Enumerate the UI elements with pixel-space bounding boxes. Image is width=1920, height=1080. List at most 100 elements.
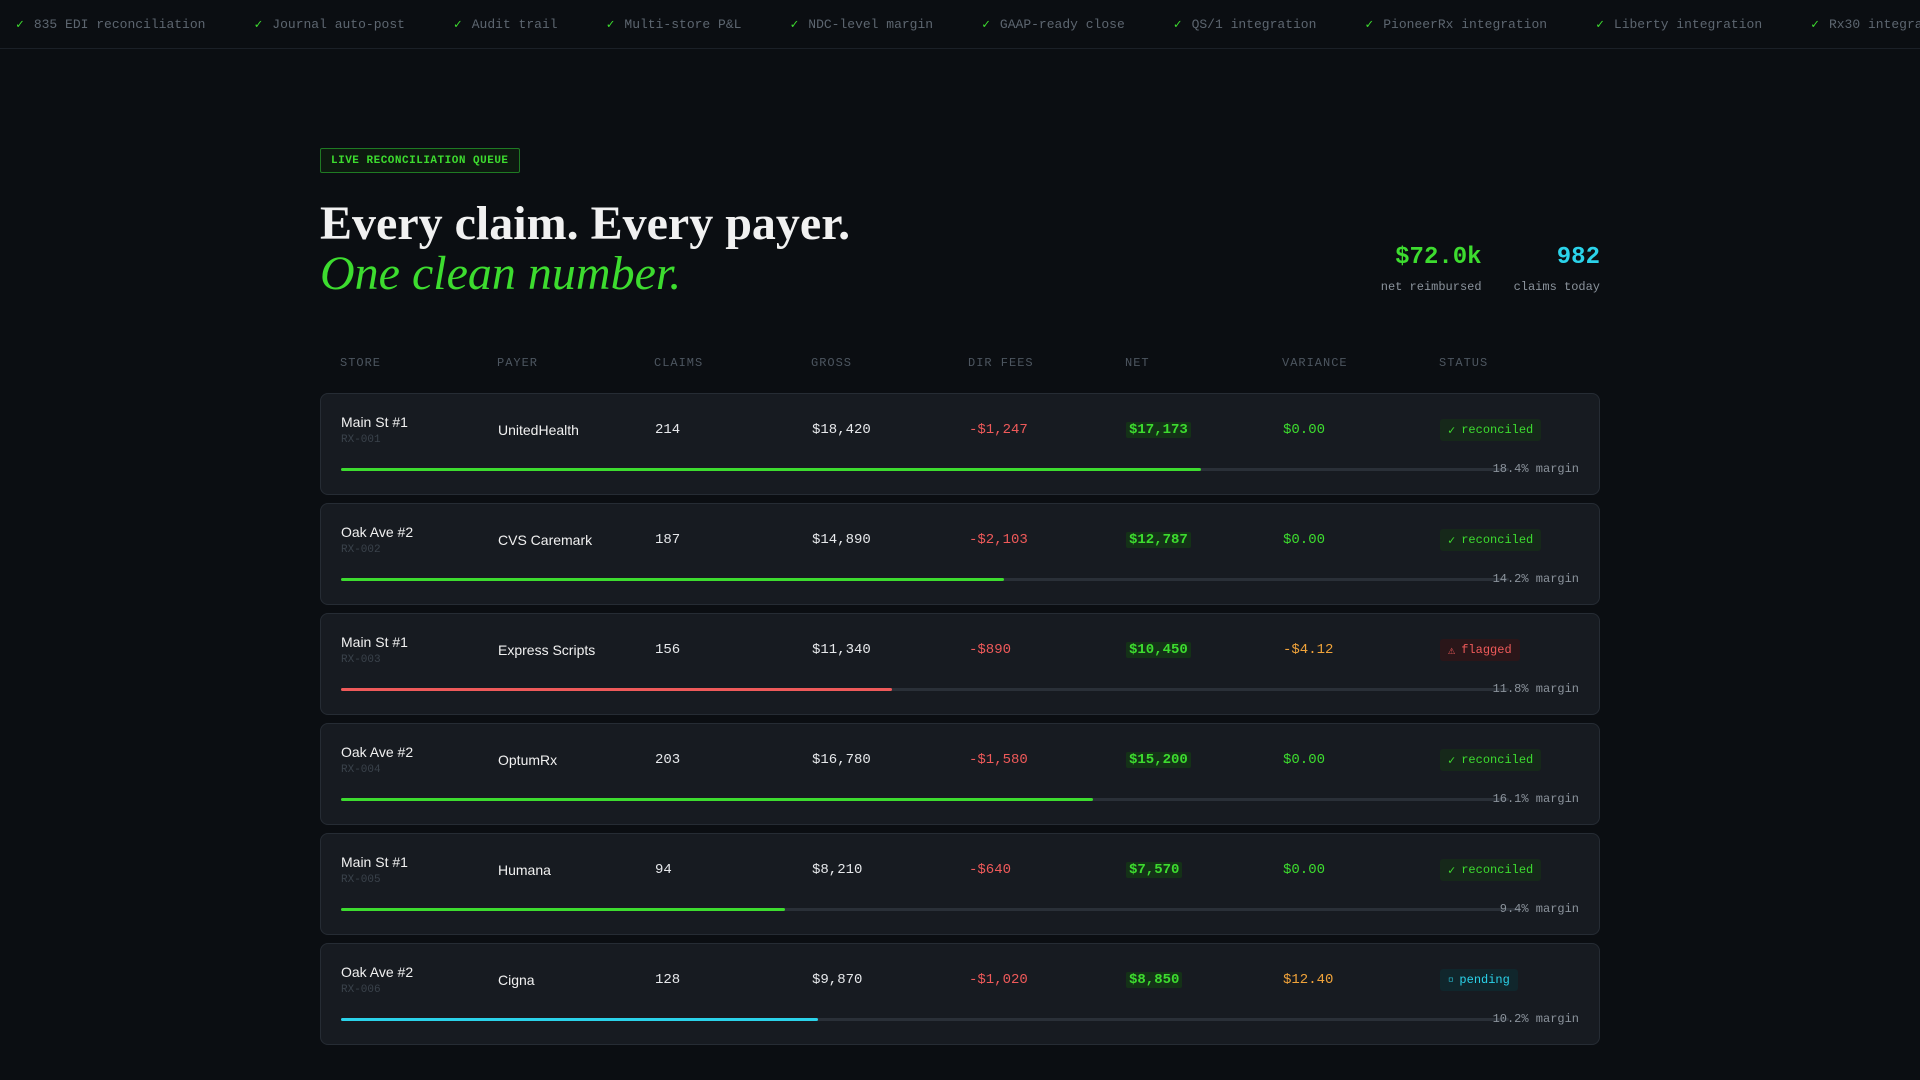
net-amount: $12,787 [1126,532,1191,548]
check-icon: ✓ [1173,16,1182,32]
margin-bar [341,908,1521,911]
dir-fees-amount: -$890 [969,642,1012,658]
payer-name: UnitedHealth [498,422,579,438]
ticker-label: NDC-level margin [808,16,934,32]
gross-amount: $16,780 [812,752,871,768]
gross-amount: $8,210 [812,862,863,878]
summary-stats: $72.0k net reimbursed 982 claims today [1381,243,1600,294]
check-icon: ✓ [1448,863,1456,878]
dir-fees-amount: -$1,247 [969,422,1028,438]
store-cell: Oak Ave #2 RX-004 [341,743,413,779]
store-cell: Main St #1 RX-003 [341,633,408,669]
check-icon: ✓ [982,16,990,32]
status-badge[interactable]: ⚠ flagged [1440,639,1520,661]
ticker-item: ✓ Journal auto-post [254,17,404,32]
ticker-item: ✓ GAAP-ready close [982,17,1125,32]
ticker-item: ✓ Audit trail [454,17,558,32]
check-icon: ✓ [1448,753,1456,768]
ticker-label: PioneerRx integration [1383,16,1548,32]
store-cell: Main St #1 RX-001 [341,413,408,449]
margin-label: 10.2% margin [1492,1012,1579,1026]
margin-label: 14.2% margin [1492,572,1579,586]
net-amount: $17,173 [1126,422,1191,438]
column-header-dir-fees[interactable]: DIR FEES [968,356,1034,370]
ticker-label: Liberty integration [1613,16,1763,32]
margin-label: 16.1% margin [1492,792,1579,806]
ticker-label: 835 EDI reconciliation [33,16,206,32]
table-row[interactable]: Oak Ave #2 RX-006 Cigna 128 $9,870 -$1,020 $8,… [320,943,1600,1045]
status-label: reconciled [1461,753,1534,767]
store-cell: Oak Ave #2 RX-006 [341,963,413,999]
feature-ticker: ✓ 835 EDI reconciliation ✓ Journal auto-pos… [0,0,1920,49]
store-cell: Main St #1 RX-005 [341,853,408,889]
net-amount: $7,570 [1126,862,1183,878]
table-row[interactable]: Oak Ave #2 RX-002 CVS Caremark 187 $14,890 -$… [320,503,1600,605]
store-name: Main St #1 [341,634,408,650]
ticker-label: Audit trail [471,16,558,32]
warning-icon: ⚠ [1448,643,1456,658]
column-header-store[interactable]: STORE [340,356,381,370]
ticker-item: ✓ Rx30 integration [1811,17,1920,32]
table-row[interactable]: Main St #1 RX-003 Express Scripts 156 $11,34… [320,613,1600,715]
dir-fees-amount: -$1,020 [969,972,1028,988]
claims-count: 94 [655,862,672,878]
claim-id: RX-002 [341,544,381,556]
variance-amount: $0.00 [1283,532,1326,548]
claims-count: 187 [655,532,681,548]
margin-bar-fill [341,688,893,691]
check-icon: ✓ [1811,16,1819,32]
margin-label: 11.8% margin [1492,682,1579,696]
ticker-label: QS/1 integration [1191,16,1317,32]
payer-name: OptumRx [498,752,558,768]
gross-amount: $11,340 [812,642,871,658]
margin-label: 9.4% margin [1499,902,1579,916]
column-header-gross[interactable]: GROSS [811,356,852,370]
claim-id: RX-001 [341,434,381,446]
status-label: reconciled [1461,423,1534,437]
variance-amount: -$4.12 [1283,642,1334,658]
store-name: Oak Ave #2 [341,964,414,980]
margin-bar [341,1018,1509,1021]
margin-label: 18.4% margin [1492,462,1579,476]
column-header-variance[interactable]: VARIANCE [1282,356,1348,370]
status-badge[interactable]: ✓ reconciled [1440,859,1542,881]
column-header-payer[interactable]: PAYER [497,356,538,370]
margin-bar [341,468,1509,471]
status-badge[interactable]: ✓ reconciled [1440,749,1542,771]
margin-bar [341,798,1509,801]
claims-count: 156 [655,642,681,658]
check-icon: ✓ [790,16,799,32]
variance-amount: $0.00 [1283,422,1326,438]
payer-name: Humana [498,862,551,878]
ticker-label: Rx30 integration [1828,16,1920,32]
check-icon: ✓ [16,16,24,32]
ticker-label: GAAP-ready close [999,16,1125,32]
table-row[interactable]: Oak Ave #2 RX-004 OptumRx 203 $16,780 -$1,580… [320,723,1600,825]
claims-count: 203 [655,752,681,768]
status-label: pending [1459,973,1510,987]
status-label: reconciled [1461,863,1534,877]
status-badge[interactable]: ✓ reconciled [1440,529,1542,551]
claims-count: 214 [655,422,681,438]
ticker-item: ✓ 835 EDI reconciliation [16,17,205,32]
gross-amount: $9,870 [812,972,863,988]
table-row[interactable]: Main St #1 RX-001 UnitedHealth 214 $18,420 -$… [320,393,1600,495]
margin-bar-fill [341,908,785,911]
live-queue-badge: LIVE RECONCILIATION QUEUE [320,148,520,173]
column-header-claims[interactable]: CLAIMS [654,356,703,370]
store-name: Main St #1 [341,854,408,870]
stat-label: net reimbursed [1380,280,1482,294]
claim-id: RX-003 [341,654,381,666]
status-badge[interactable]: ◽ pending [1440,969,1518,991]
column-header-status[interactable]: STATUS [1439,356,1488,370]
stat-net-reimbursed: $72.0k net reimbursed [1381,243,1482,294]
dir-fees-amount: -$2,103 [969,532,1028,548]
margin-bar [341,578,1509,581]
page-headline: Every claim. Every payer. [320,197,851,250]
table-header: STORE PAYER CLAIMS GROSS DIR FEES NET VA… [320,356,1600,374]
status-label: reconciled [1461,533,1534,547]
status-badge[interactable]: ✓ reconciled [1440,419,1542,441]
stat-label: claims today [1513,280,1600,294]
column-header-net[interactable]: NET [1125,356,1150,370]
table-row[interactable]: Main St #1 RX-005 Humana 94 $8,210 -$640 $7,57… [320,833,1600,935]
